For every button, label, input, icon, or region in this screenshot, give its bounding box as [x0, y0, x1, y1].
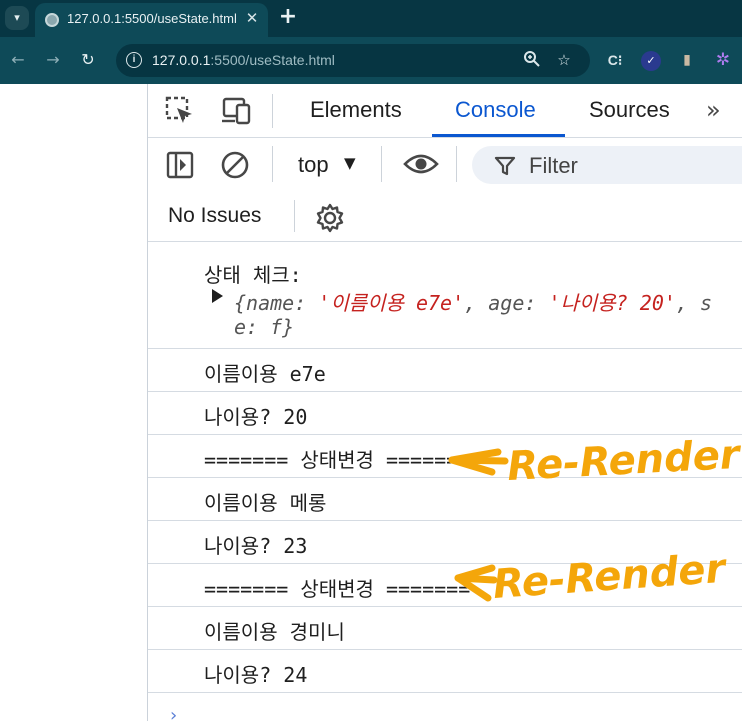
url-host: 127.0.0.1 — [152, 52, 211, 68]
caret-down-icon[interactable]: ▼ — [344, 154, 356, 172]
page-viewport — [0, 84, 147, 721]
url-path: :5500/useState.html — [210, 52, 335, 68]
verified-extension-icon[interactable]: ✓ — [640, 49, 662, 71]
address-bar[interactable]: i 127.0.0.1:5500/useState.html ☆ — [116, 44, 590, 77]
toolbar-divider — [272, 146, 273, 182]
filter-placeholder: Filter — [529, 153, 578, 178]
console-output: 상태 체크: {name: '이름이용 e7e', age: '나이용? 20'… — [148, 243, 742, 721]
console-toolbar: top ▼ Filter — [148, 138, 742, 190]
settings-gear-icon[interactable] — [314, 202, 346, 238]
context-selector[interactable]: top — [298, 152, 329, 178]
console-message: 이름이용 경미니 — [148, 607, 742, 650]
new-tab-button[interactable]: + — [277, 6, 299, 28]
object-preview[interactable]: {name: '이름이용 e7e', age: '나이용? 20', s — [234, 287, 712, 316]
console-message: 나이용? 23 — [148, 521, 742, 564]
close-tab-icon[interactable]: ✕ — [243, 9, 261, 27]
console-message-text: 상태 체크: — [204, 263, 302, 287]
object-preview-continued: e: f} — [234, 315, 295, 339]
console-message: 상태 체크: {name: '이름이용 e7e', age: '나이용? 20'… — [148, 243, 742, 349]
tab-console[interactable]: Console — [455, 97, 536, 123]
console-message: 이름이용 메롱 — [148, 478, 742, 521]
filter-input[interactable]: Filter — [472, 146, 742, 184]
bookmark-star-icon[interactable]: ☆ — [554, 50, 574, 70]
devtools-panel: Elements Console Sources » top ▼ Filter … — [147, 84, 742, 721]
back-arrow-icon[interactable]: ← — [6, 48, 30, 72]
inspect-element-icon[interactable] — [165, 96, 195, 130]
console-message: 이름이용 e7e — [148, 349, 742, 392]
zoom-icon[interactable] — [522, 50, 542, 70]
gear-extension-icon[interactable]: ✲ — [712, 49, 734, 71]
globe-icon — [45, 13, 59, 27]
eye-icon[interactable] — [403, 150, 439, 182]
console-message-text: ======= 상태변경 ======= — [204, 577, 471, 601]
sidebar-toggle-icon[interactable] — [165, 150, 195, 184]
extension-icon[interactable]: C⁝ — [604, 49, 626, 71]
console-message-text: 이름이용 e7e — [204, 362, 326, 386]
browser-tab-strip: ▾ 127.0.0.1:5500/useState.html ✕ + — [0, 0, 742, 37]
reload-icon[interactable]: ↻ — [76, 48, 100, 72]
console-message: 나이용? 24 — [148, 650, 742, 693]
tab-sources[interactable]: Sources — [589, 97, 670, 123]
console-prompt-chevron-icon[interactable]: › — [170, 705, 177, 721]
issues-bar: No Issues — [148, 190, 742, 242]
active-tab-indicator — [432, 134, 565, 137]
more-tabs-chevron-icon[interactable]: » — [706, 96, 721, 124]
devtools-tab-bar: Elements Console Sources » — [148, 84, 742, 138]
clear-console-icon[interactable] — [220, 150, 250, 184]
console-message: 나이용? 20 — [148, 392, 742, 435]
bottle-extension-icon[interactable]: ▮ — [676, 49, 698, 71]
tab-title: 127.0.0.1:5500/useState.html — [67, 11, 237, 26]
site-info-icon[interactable]: i — [126, 52, 142, 68]
console-message-text: 나이용? 24 — [204, 663, 308, 687]
console-message-text: 이름이용 메롱 — [204, 491, 327, 515]
forward-arrow-icon[interactable]: → — [41, 48, 65, 72]
tab-elements[interactable]: Elements — [310, 97, 402, 123]
expand-triangle-icon[interactable] — [212, 289, 223, 303]
console-message: ======= 상태변경 ======= — [148, 435, 742, 478]
console-message-text: 이름이용 경미니 — [204, 620, 345, 644]
console-message: ======= 상태변경 ======= — [148, 564, 742, 607]
toolbar-divider — [294, 200, 295, 232]
toolbar-divider — [456, 146, 457, 182]
toolbar-divider — [272, 94, 273, 128]
browser-tab[interactable]: 127.0.0.1:5500/useState.html ✕ — [35, 3, 268, 37]
url-text[interactable]: 127.0.0.1:5500/useState.html — [152, 52, 335, 68]
tab-search-button[interactable]: ▾ — [5, 6, 29, 30]
browser-toolbar: ← → ↻ i 127.0.0.1:5500/useState.html ☆ C… — [0, 37, 742, 84]
filter-funnel-icon — [494, 155, 516, 181]
console-message-text: 나이용? 20 — [204, 405, 308, 429]
console-message-text: 나이용? 23 — [204, 534, 308, 558]
issues-counter[interactable]: No Issues — [168, 204, 261, 228]
device-toolbar-icon[interactable] — [220, 96, 252, 130]
toolbar-divider — [381, 146, 382, 182]
console-message-text: ======= 상태변경 ======= — [204, 448, 471, 472]
